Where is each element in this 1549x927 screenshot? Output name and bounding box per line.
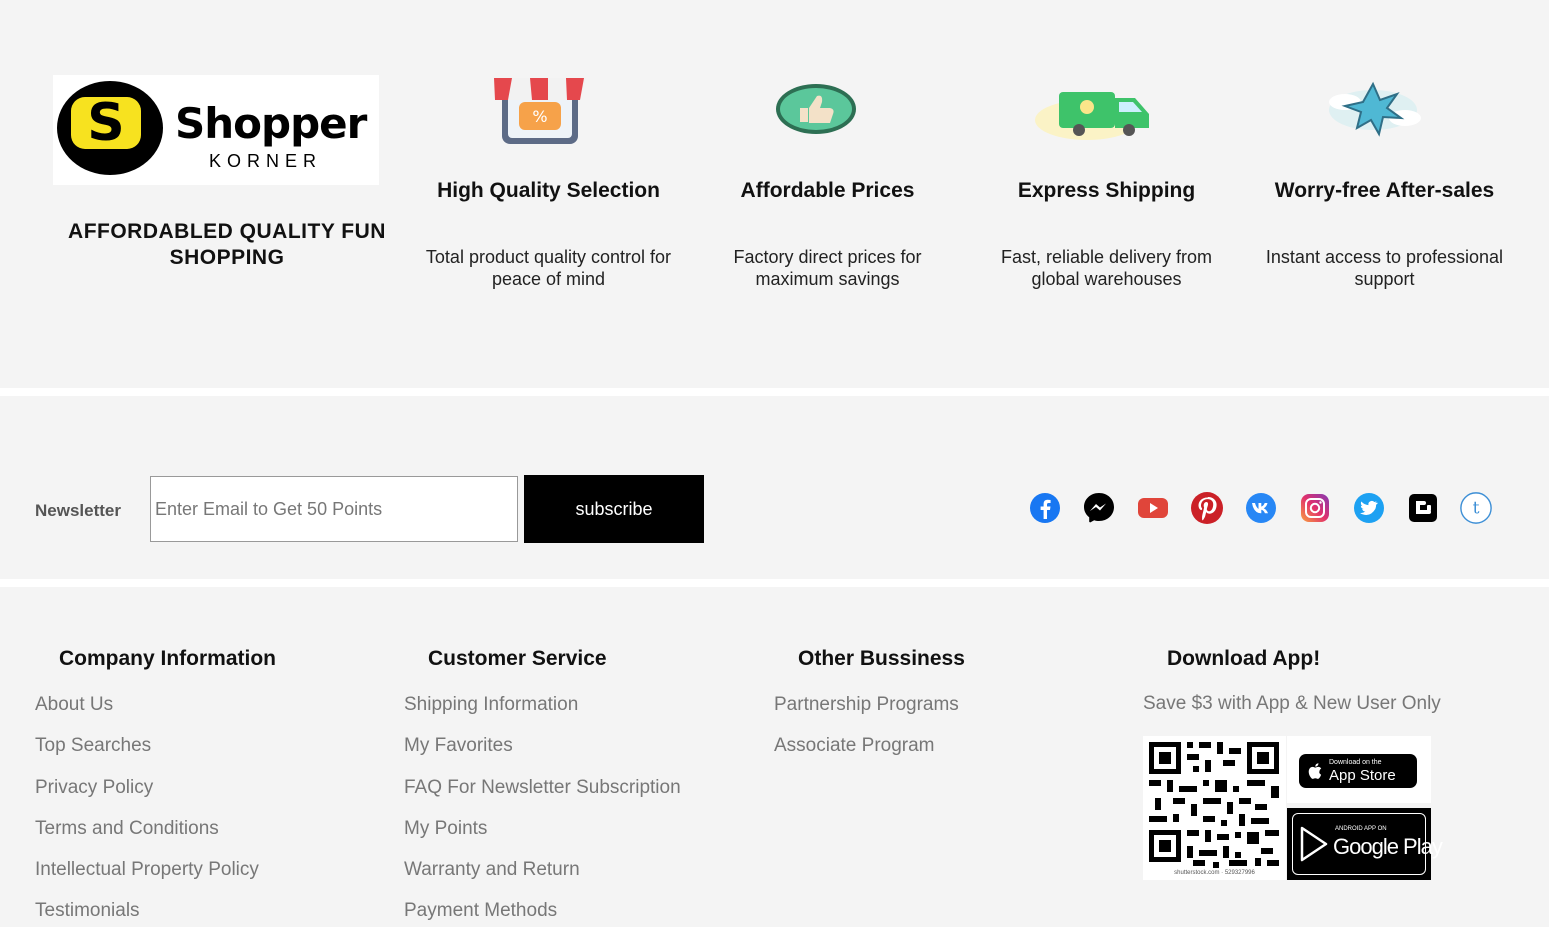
vk-icon[interactable] bbox=[1244, 491, 1278, 525]
footer-link-partnership[interactable]: Partnership Programs bbox=[774, 694, 959, 716]
download-app-heading: Download App! bbox=[1167, 647, 1321, 670]
messenger-icon[interactable] bbox=[1082, 491, 1116, 525]
feature-title: Express Shipping bbox=[1017, 179, 1196, 202]
footer-link-faq-newsletter[interactable]: FAQ For Newsletter Subscription bbox=[404, 777, 681, 799]
instagram-icon[interactable] bbox=[1298, 491, 1332, 525]
feature-description: Fast, reliable delivery from global ware… bbox=[967, 246, 1246, 290]
subscribe-button[interactable]: subscribe bbox=[524, 475, 704, 543]
tumblr-icon[interactable]: t bbox=[1459, 491, 1493, 525]
description-line: Factory direct prices for bbox=[733, 247, 922, 267]
twitter-icon[interactable] bbox=[1352, 491, 1386, 525]
feature-title: Affordable Prices bbox=[740, 179, 915, 202]
customer-service-heading: Customer Service bbox=[428, 647, 607, 670]
description-line: global warehouses bbox=[1031, 269, 1182, 289]
footer-link-top-searches[interactable]: Top Searches bbox=[35, 735, 151, 757]
blogger-icon[interactable] bbox=[1406, 491, 1440, 525]
app-store-small-text: Download on the bbox=[1329, 759, 1382, 766]
sparkle-cloud-icon bbox=[1329, 81, 1421, 137]
footer-link-ip-policy[interactable]: Intellectual Property Policy bbox=[35, 859, 259, 881]
pinterest-icon[interactable] bbox=[1190, 491, 1224, 525]
features-band: S Shopper KORNER AFFORDABLED QUALITY FUN… bbox=[0, 0, 1549, 388]
svg-text:%: % bbox=[532, 107, 547, 126]
footer-link-shipping-info[interactable]: Shipping Information bbox=[404, 694, 578, 716]
description-line: maximum savings bbox=[755, 269, 900, 289]
app-promo-note: Save $3 with App & New User Only bbox=[1143, 693, 1441, 714]
description-line: Instant access to professional bbox=[1265, 247, 1504, 267]
footer-link-terms[interactable]: Terms and Conditions bbox=[35, 818, 219, 840]
app-store-button[interactable]: Download on the App Store bbox=[1299, 754, 1417, 788]
google-play-small-text: ANDROID APP ON bbox=[1335, 826, 1387, 832]
qr-code-icon bbox=[1143, 736, 1286, 880]
logo-subtitle: KORNER bbox=[209, 151, 323, 171]
footer-link-associate[interactable]: Associate Program bbox=[774, 735, 935, 757]
facebook-icon[interactable] bbox=[1028, 491, 1062, 525]
other-business-heading: Other Bussiness bbox=[798, 647, 965, 670]
footer-link-about-us[interactable]: About Us bbox=[35, 694, 113, 716]
footer-link-my-points[interactable]: My Points bbox=[404, 818, 487, 840]
footer-band: Company Information About Us Top Searche… bbox=[0, 587, 1549, 927]
storefront-percent-icon: % bbox=[494, 78, 586, 144]
youtube-icon[interactable] bbox=[1136, 491, 1170, 525]
feature-title: Worry-free After-sales bbox=[1274, 179, 1495, 202]
logo-word: Shopper bbox=[175, 99, 367, 148]
description-line: support bbox=[1354, 269, 1415, 289]
tagline-line-2: SHOPPING bbox=[169, 246, 285, 269]
company-info-heading: Company Information bbox=[59, 647, 277, 670]
shopper-korner-logo[interactable]: S Shopper KORNER bbox=[53, 75, 379, 185]
footer-link-my-favorites[interactable]: My Favorites bbox=[404, 735, 513, 757]
newsletter-email-input[interactable] bbox=[150, 476, 518, 542]
description-line: Total product quality control for bbox=[425, 247, 672, 267]
description-line: Fast, reliable delivery from bbox=[1000, 247, 1213, 267]
newsletter-label: Newsletter bbox=[35, 501, 121, 520]
google-play-label: Google Play bbox=[1333, 834, 1443, 859]
footer-link-payment-methods[interactable]: Payment Methods bbox=[404, 900, 557, 922]
app-store-label: App Store bbox=[1329, 767, 1396, 784]
delivery-truck-icon bbox=[1035, 92, 1149, 140]
newsletter-band: Newsletter subscribe bbox=[0, 396, 1549, 579]
app-store-area: Download on the App Store bbox=[1287, 736, 1431, 803]
footer-link-warranty-return[interactable]: Warranty and Return bbox=[404, 859, 580, 881]
google-play-button[interactable]: ANDROID APP ON Google Play bbox=[1287, 808, 1443, 880]
app-qr-code[interactable]: shutterstock.com · 529327996 bbox=[1143, 736, 1286, 880]
description-line: peace of mind bbox=[491, 269, 606, 289]
feature-description: Factory direct prices for maximum saving… bbox=[688, 246, 967, 290]
svg-text:t: t bbox=[1473, 499, 1480, 519]
footer-link-testimonials[interactable]: Testimonials bbox=[35, 900, 140, 922]
tagline-line-1: AFFORDABLED QUALITY FUN bbox=[68, 220, 386, 243]
qr-caption: shutterstock.com · 529327996 bbox=[1174, 870, 1255, 876]
feature-description: Total product quality control for peace … bbox=[409, 246, 688, 290]
footer-link-privacy-policy[interactable]: Privacy Policy bbox=[35, 777, 153, 799]
thumbs-up-icon bbox=[776, 84, 856, 134]
play-triangle-icon bbox=[1300, 826, 1328, 862]
feature-title: High Quality Selection bbox=[437, 179, 660, 202]
brand-tagline: AFFORDABLED QUALITY FUN SHOPPING bbox=[52, 219, 402, 271]
logo-letter: S bbox=[71, 97, 141, 149]
apple-icon bbox=[1308, 763, 1322, 779]
feature-description: Instant access to professional support bbox=[1245, 246, 1524, 290]
